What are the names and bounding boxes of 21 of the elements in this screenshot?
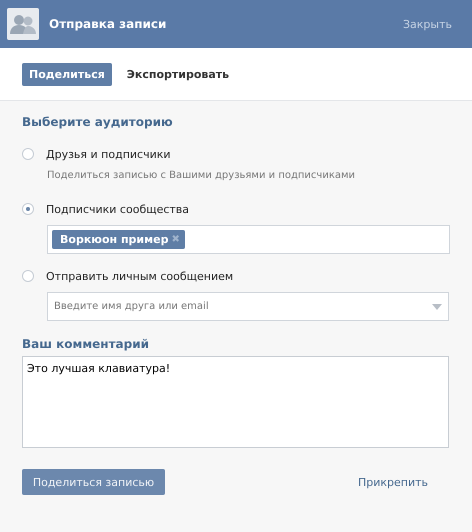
- section-title: Выберите аудиторию: [22, 115, 174, 129]
- caret-icon: [432, 304, 442, 310]
- option-label[interactable]: Отправить личным сообщением: [46, 270, 234, 282]
- section-title: Ваш комментарий: [22, 337, 150, 351]
- group-avatar-icon: [7, 8, 39, 40]
- friend-dropdown[interactable]: Введите имя друга или email: [47, 292, 449, 321]
- radio-button[interactable]: [22, 148, 34, 160]
- window-title: Отправка записи: [49, 17, 168, 31]
- close-link[interactable]: Закрыть: [403, 18, 452, 30]
- option-description: Поделиться записью с Вашими друзьями и подписчиками: [47, 170, 356, 181]
- option-label[interactable]: Подписчики сообщества: [46, 202, 190, 216]
- share-button[interactable]: Поделиться записью: [22, 469, 165, 495]
- tab[interactable]: Поделиться: [22, 62, 112, 86]
- recipient-field[interactable]: Воркюон пример ✖: [47, 225, 450, 254]
- radio-button[interactable]: [22, 270, 34, 282]
- attach-link[interactable]: Прикрепить: [358, 476, 428, 488]
- option-label[interactable]: Друзья и подписчики: [46, 148, 171, 160]
- tab[interactable]: Экспортировать: [120, 62, 236, 86]
- radio-button[interactable]: [22, 203, 34, 215]
- comment-field[interactable]: Это лучшая клавиатура!: [22, 356, 449, 448]
- recipient-token: Воркюон пример ✖: [52, 230, 185, 249]
